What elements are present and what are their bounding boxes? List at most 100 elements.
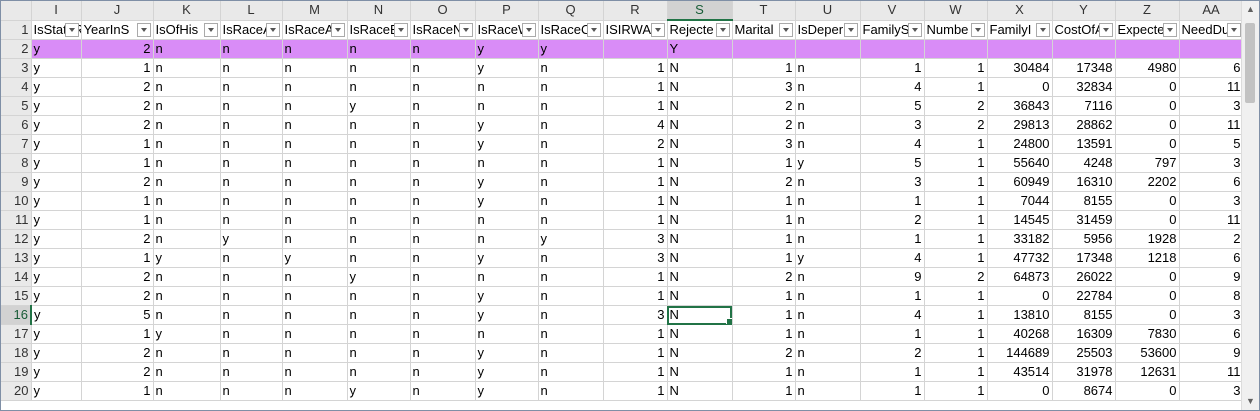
cell[interactable]: 4980: [1115, 58, 1180, 78]
cell[interactable]: y: [31, 286, 82, 306]
cell[interactable]: 33182: [987, 229, 1053, 249]
cell[interactable]: y: [31, 172, 82, 192]
cell[interactable]: n: [475, 210, 539, 230]
cell[interactable]: n: [795, 172, 861, 192]
cell[interactable]: n: [538, 305, 604, 325]
column-header-m[interactable]: M: [282, 1, 348, 21]
cell[interactable]: 1: [860, 381, 925, 401]
cell[interactable]: n: [410, 77, 476, 97]
cell[interactable]: y: [795, 153, 861, 173]
cell[interactable]: n: [220, 115, 283, 135]
cell[interactable]: 1: [81, 210, 154, 230]
cell[interactable]: n: [282, 58, 348, 78]
filter-dropdown-icon[interactable]: [265, 22, 280, 37]
cell[interactable]: 7830: [1115, 324, 1180, 344]
cell[interactable]: n: [347, 191, 411, 211]
cell[interactable]: 53600: [1115, 343, 1180, 363]
cell[interactable]: y: [31, 381, 82, 401]
cell[interactable]: n: [282, 153, 348, 173]
field-header-cell[interactable]: IsRaceA: [282, 20, 348, 40]
cell[interactable]: y: [31, 305, 82, 325]
cell[interactable]: 4248: [1052, 153, 1116, 173]
cell[interactable]: n: [347, 362, 411, 382]
cell[interactable]: 1: [81, 153, 154, 173]
cell[interactable]: y: [347, 267, 411, 287]
cell[interactable]: 2: [81, 286, 154, 306]
field-header-cell[interactable]: IsRaceC: [538, 20, 604, 40]
filter-dropdown-icon[interactable]: [1098, 22, 1113, 37]
cell[interactable]: 16309: [1052, 324, 1116, 344]
cell[interactable]: Y: [667, 39, 733, 59]
row-header[interactable]: 15: [1, 286, 32, 306]
row-header[interactable]: 6: [1, 115, 32, 135]
cell[interactable]: n: [220, 267, 283, 287]
cell[interactable]: y: [153, 248, 221, 268]
cell[interactable]: 5956: [1052, 229, 1116, 249]
cell[interactable]: N: [667, 153, 733, 173]
cell[interactable]: n: [538, 77, 604, 97]
cell[interactable]: y: [31, 77, 82, 97]
cell[interactable]: 2: [732, 96, 796, 116]
filter-dropdown-icon[interactable]: [393, 22, 408, 37]
cell[interactable]: 4: [860, 305, 925, 325]
row-header[interactable]: 10: [1, 191, 32, 211]
cell[interactable]: 0: [1115, 115, 1180, 135]
row-header[interactable]: 16: [1, 305, 32, 325]
cell[interactable]: 2: [924, 267, 988, 287]
cell[interactable]: 1: [924, 229, 988, 249]
cell[interactable]: n: [410, 324, 476, 344]
cell[interactable]: n: [282, 191, 348, 211]
cell[interactable]: 1: [81, 134, 154, 154]
cell[interactable]: n: [410, 210, 476, 230]
filter-dropdown-icon[interactable]: [521, 22, 536, 37]
cell[interactable]: 13591: [1052, 134, 1116, 154]
cell[interactable]: n: [220, 172, 283, 192]
cell[interactable]: 3: [1179, 191, 1244, 211]
cell[interactable]: n: [410, 381, 476, 401]
cell[interactable]: n: [153, 134, 221, 154]
cell[interactable]: 1: [924, 210, 988, 230]
cell[interactable]: n: [538, 362, 604, 382]
select-all-corner[interactable]: [1, 1, 32, 21]
cell[interactable]: n: [347, 115, 411, 135]
cell[interactable]: 1: [860, 362, 925, 382]
filter-dropdown-icon[interactable]: [715, 23, 730, 37]
cell[interactable]: n: [153, 286, 221, 306]
cell[interactable]: n: [410, 267, 476, 287]
field-header-cell[interactable]: Marital: [732, 20, 796, 40]
row-header[interactable]: 9: [1, 172, 32, 192]
column-header-u[interactable]: U: [795, 1, 861, 21]
filter-dropdown-icon[interactable]: [1035, 22, 1050, 37]
cell[interactable]: n: [347, 286, 411, 306]
cell[interactable]: n: [410, 172, 476, 192]
cell[interactable]: 5: [860, 96, 925, 116]
cell[interactable]: n: [410, 229, 476, 249]
cell[interactable]: n: [410, 96, 476, 116]
cell[interactable]: 1: [732, 286, 796, 306]
cell[interactable]: n: [153, 210, 221, 230]
cell[interactable]: N: [667, 77, 733, 97]
row-header[interactable]: 11: [1, 210, 32, 230]
cell[interactable]: n: [153, 362, 221, 382]
cell[interactable]: 1: [732, 58, 796, 78]
cell[interactable]: y: [538, 39, 604, 59]
cell[interactable]: 2: [732, 115, 796, 135]
cell[interactable]: [1052, 39, 1116, 59]
cell[interactable]: n: [153, 77, 221, 97]
cell[interactable]: 13810: [987, 305, 1053, 325]
cell[interactable]: y: [538, 229, 604, 249]
cell[interactable]: 1: [81, 324, 154, 344]
cell[interactable]: n: [282, 172, 348, 192]
cell[interactable]: n: [795, 77, 861, 97]
cell[interactable]: N: [667, 115, 733, 135]
cell[interactable]: n: [282, 267, 348, 287]
cell[interactable]: n: [795, 343, 861, 363]
cell[interactable]: y: [31, 134, 82, 154]
cell[interactable]: y: [31, 115, 82, 135]
row-header[interactable]: 12: [1, 229, 32, 249]
cell[interactable]: n: [410, 153, 476, 173]
cell[interactable]: n: [410, 134, 476, 154]
cell[interactable]: 26022: [1052, 267, 1116, 287]
cell[interactable]: n: [410, 286, 476, 306]
cell[interactable]: 2: [81, 96, 154, 116]
